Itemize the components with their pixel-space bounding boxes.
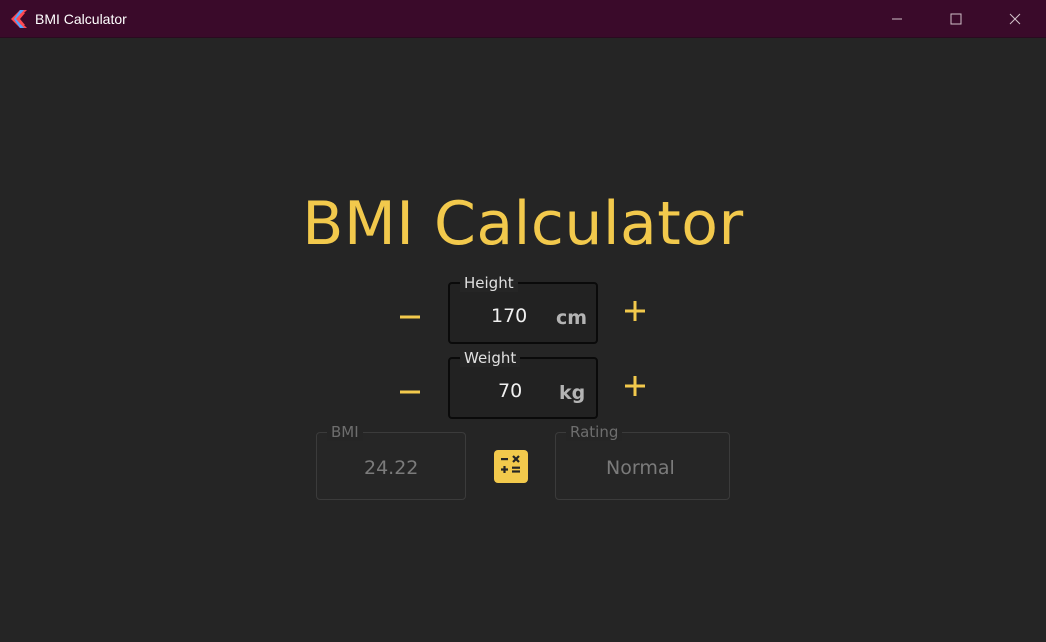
rating-field: Rating Normal — [555, 423, 730, 500]
bmi-field: BMI 24.22 — [316, 423, 466, 500]
rating-value: Normal — [606, 457, 675, 479]
window-title: BMI Calculator — [35, 11, 127, 27]
minimize-button[interactable] — [868, 0, 926, 37]
page-title: BMI Calculator — [302, 189, 744, 259]
weight-value[interactable]: 70 — [498, 380, 522, 402]
weight-field[interactable]: Weight 70 kg — [448, 349, 598, 419]
app-window: BMI Calculator BMI Calculator Height 170… — [0, 0, 1046, 642]
rating-label: Rating — [566, 423, 623, 441]
height-field[interactable]: Height 170 cm — [448, 274, 598, 344]
weight-increment-button[interactable] — [618, 371, 652, 405]
minus-icon — [400, 304, 420, 323]
height-value[interactable]: 170 — [491, 305, 527, 327]
close-button[interactable] — [986, 0, 1044, 37]
height-unit: cm — [556, 307, 588, 329]
weight-decrement-button[interactable] — [393, 371, 427, 405]
height-label: Height — [460, 274, 518, 292]
minus-icon — [400, 379, 420, 398]
weight-label: Weight — [460, 349, 521, 367]
calculator-icon — [499, 453, 523, 481]
maximize-button[interactable] — [927, 0, 985, 37]
calculate-button[interactable] — [494, 450, 528, 483]
plus-icon — [625, 301, 645, 325]
minimize-icon — [891, 13, 903, 25]
height-increment-button[interactable] — [618, 296, 652, 330]
close-icon — [1009, 13, 1021, 25]
title-bar[interactable]: BMI Calculator — [0, 0, 1046, 38]
app-logo-icon — [11, 10, 27, 28]
bmi-label: BMI — [327, 423, 363, 441]
height-decrement-button[interactable] — [393, 296, 427, 330]
maximize-icon — [950, 13, 962, 25]
weight-unit: kg — [559, 382, 586, 404]
plus-icon — [625, 376, 645, 400]
bmi-value: 24.22 — [364, 457, 419, 479]
